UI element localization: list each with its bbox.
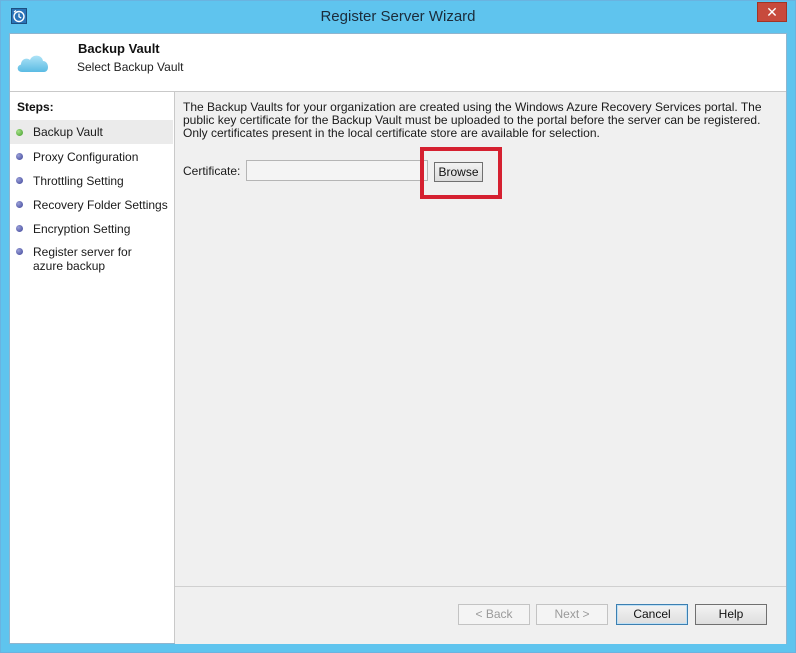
step-label: Proxy Configuration [33,150,139,164]
wizard-client-area: Backup Vault Select Backup Vault Steps: … [9,33,787,644]
step-pending-bullet-icon [16,153,23,160]
close-button[interactable]: ✕ [757,2,787,22]
wizard-window: Register Server Wizard ✕ Backup Vault Se… [0,0,796,653]
step-complete-bullet-icon [16,129,23,136]
cloud-icon [17,55,49,72]
page-title: Backup Vault [78,41,160,56]
page-subtitle: Select Backup Vault [77,60,184,74]
step-encryption-setting: Encryption Setting [10,222,173,236]
step-recovery-folder-settings: Recovery Folder Settings [10,198,173,212]
step-throttling-setting: Throttling Setting [10,174,173,188]
step-label: Recovery Folder Settings [33,198,168,212]
certificate-field[interactable] [246,160,428,181]
close-icon: ✕ [766,4,778,20]
description-text: The Backup Vaults for your organization … [183,100,762,140]
step-label: Throttling Setting [33,174,124,188]
step-pending-bullet-icon [16,248,23,255]
step-pending-bullet-icon [16,177,23,184]
help-button[interactable]: Help [695,604,767,625]
certificate-label: Certificate: [183,164,241,178]
window-title: Register Server Wizard [320,8,476,25]
step-pending-bullet-icon [16,201,23,208]
steps-sidebar: Steps: Backup Vault Proxy Configuration … [10,92,175,643]
step-pending-bullet-icon [16,225,23,232]
step-register-server: Register server for azure backup [10,245,150,273]
wizard-content: The Backup Vaults for your organization … [175,92,786,586]
step-label: Register server for azure backup [33,245,132,273]
step-label: Backup Vault [33,125,103,139]
cancel-button[interactable]: Cancel [616,604,688,625]
wizard-header: Backup Vault Select Backup Vault [10,34,786,92]
step-backup-vault: Backup Vault [10,120,173,144]
browse-highlight-box [420,147,502,199]
step-proxy-configuration: Proxy Configuration [10,150,173,164]
back-button[interactable]: < Back [458,604,530,625]
wizard-footer: < Back Next > Cancel Help [175,586,786,644]
steps-heading: Steps: [17,100,54,114]
step-label: Encryption Setting [33,222,131,236]
title-bar[interactable]: Register Server Wizard ✕ [1,1,795,33]
next-button[interactable]: Next > [536,604,608,625]
